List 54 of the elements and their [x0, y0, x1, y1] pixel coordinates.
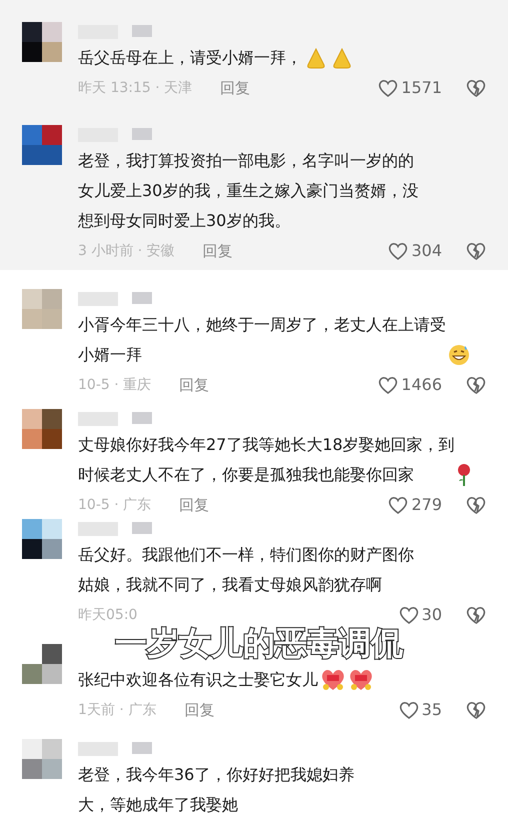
broken-heart-icon[interactable]	[466, 242, 486, 260]
heart-icon	[398, 606, 419, 624]
heart-icon	[388, 242, 408, 260]
like-button[interactable]: 304	[388, 239, 442, 263]
reply-button[interactable]: 回复	[220, 76, 250, 100]
heart-icon	[388, 496, 408, 514]
comment-text: 岳父好。我跟他们不一样，特们图你的财产图你 姑娘，我就不同了，我看丈母娘风韵犹存啊	[78, 544, 414, 596]
blurred-badge	[132, 292, 152, 304]
comment-text: 小胥今年三十八，她终于一周岁了，老丈人在上请受 小婿一拜	[78, 314, 446, 366]
blurred-badge	[132, 742, 152, 754]
blurred-username	[78, 292, 118, 306]
heart-sticker-icon	[320, 668, 346, 692]
like-button[interactable]: 30	[398, 603, 442, 627]
rose-icon	[456, 463, 471, 487]
comment-time-location: 昨天 13:15 · 天津	[78, 78, 192, 98]
broken-heart-icon[interactable]	[466, 606, 486, 624]
blurred-badge	[132, 25, 152, 37]
like-button[interactable]: 1466	[378, 373, 442, 397]
comment-time-location: 10-5 · 重庆	[78, 376, 152, 394]
blurred-badge	[132, 128, 152, 140]
comment-time-location: 1天前 · 广东	[78, 700, 156, 720]
like-button[interactable]: 279	[388, 493, 442, 517]
overlay-caption: 一岁女儿的恶毒调侃	[115, 626, 403, 660]
heart-sticker-icon	[348, 668, 374, 692]
blurred-username	[78, 742, 118, 756]
heart-icon	[398, 701, 419, 719]
blurred-badge	[132, 412, 152, 424]
grinning-face-icon	[448, 344, 470, 366]
comment-time-location: 10-5 · 广东	[78, 496, 152, 514]
reply-button[interactable]: 回复	[202, 240, 233, 262]
comment-time-location: 昨天05:0	[78, 606, 138, 624]
broken-heart-icon[interactable]	[466, 496, 486, 514]
blurred-username	[78, 412, 118, 426]
blurred-badge	[132, 522, 152, 534]
reply-button[interactable]: 回复	[184, 698, 214, 722]
broken-heart-icon[interactable]	[466, 376, 486, 394]
comment-text: 岳父岳母在上，请受小婿一拜，	[78, 47, 302, 69]
comment-time-location: 3 小时前 · 安徽	[78, 242, 175, 260]
broken-heart-icon[interactable]	[466, 701, 486, 719]
avatar[interactable]	[22, 519, 62, 559]
comment-text: 丈母娘你好我今年27了我等她长大18岁娶她回家，到 时候老丈人不在了，你要是孤独我也能娶你回家	[78, 434, 455, 486]
avatar[interactable]	[22, 22, 62, 62]
comment-text: 老登，我打算投资拍一部电影，名字叫一岁的的 女儿爱上30岁的我，重生之嫁入豪门当赘婿，没 想到母女同时爱上30岁的我。	[78, 150, 418, 232]
like-button[interactable]: 35	[398, 698, 442, 722]
like-button[interactable]: 1571	[378, 76, 442, 100]
heart-icon	[378, 376, 398, 394]
blurred-username	[78, 522, 118, 536]
reply-button[interactable]: 回复	[179, 374, 210, 396]
heart-icon	[378, 79, 398, 97]
avatar[interactable]	[22, 644, 62, 684]
broken-heart-icon[interactable]	[466, 79, 486, 97]
reply-button[interactable]: 回复	[179, 494, 210, 516]
comment-text: 张纪中欢迎各位有识之士娶它女儿	[78, 669, 318, 691]
comment-text: 老登，我今年36了，你好好把我媳妇养 大，等她成年了我娶她	[78, 764, 354, 816]
